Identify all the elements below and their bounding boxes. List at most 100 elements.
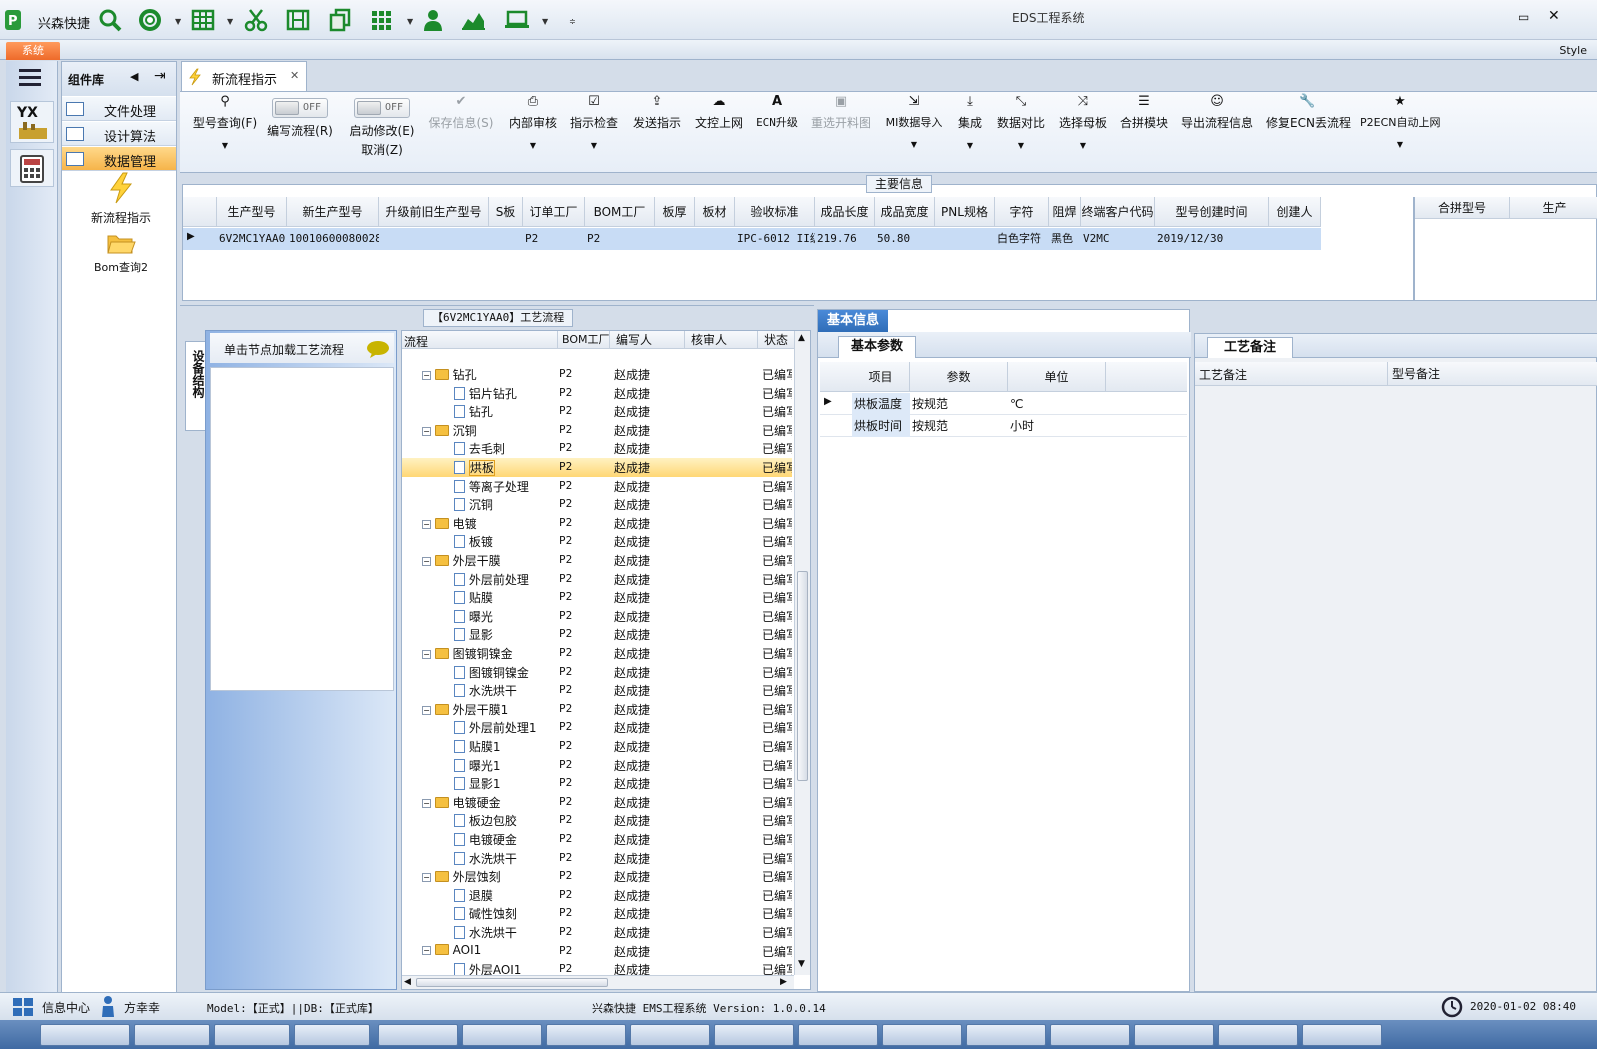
collapse-node-icon[interactable]: −	[422, 650, 431, 659]
tree-row[interactable]: 等离子处理 P2 赵成捷 已编写	[402, 477, 792, 496]
tree-row[interactable]: − 钻孔 P2 赵成捷 已编写	[402, 365, 792, 384]
taskbar-button[interactable]	[1302, 1024, 1382, 1046]
tab-basic-info[interactable]: 基本信息	[818, 310, 888, 332]
film-icon[interactable]	[285, 7, 311, 33]
menu-icon[interactable]	[19, 67, 43, 89]
tree-row[interactable]: 外层前处理1 P2 赵成捷 已编写	[402, 718, 792, 737]
tree-row[interactable]: 铝片钻孔 P2 赵成捷 已编写	[402, 384, 792, 403]
tree-row[interactable]: − 外层干膜 P2 赵成捷 已编写	[402, 551, 792, 570]
tree-row[interactable]: 外层AOI1 P2 赵成捷 已编写	[402, 960, 792, 975]
customize-toolbar-icon[interactable]: ≑	[569, 17, 576, 26]
collapse-node-icon[interactable]: −	[422, 519, 431, 529]
main-grid-header[interactable]: 成品宽度	[875, 197, 935, 227]
tree-row[interactable]: 碱性蚀刻 P2 赵成捷 已编写	[402, 904, 792, 923]
taskbar-button[interactable]	[882, 1024, 962, 1046]
main-grid-header[interactable]: 新生产型号	[287, 197, 379, 227]
dropdown-caret-icon[interactable]: ▼	[503, 141, 563, 150]
tree-row[interactable]: 水洗烘干 P2 赵成捷 已编写	[402, 923, 792, 942]
tree-row[interactable]: 水洗烘干 P2 赵成捷 已编写	[402, 849, 792, 868]
taskbar-button[interactable]	[40, 1024, 130, 1046]
taskbar-button[interactable]	[714, 1024, 794, 1046]
close-tab-icon[interactable]: ✕	[290, 69, 299, 82]
col-item[interactable]: 项目	[852, 362, 910, 392]
tree-row[interactable]: − 外层干膜1 P2 赵成捷 已编写	[402, 700, 792, 719]
export-process-info-button[interactable]: ☺ 导出流程信息	[1178, 92, 1256, 172]
equipment-tree[interactable]	[210, 367, 394, 691]
taskbar-button[interactable]	[462, 1024, 542, 1046]
tree-row[interactable]: 水洗烘干 P2 赵成捷 已编写	[402, 681, 792, 700]
taskbar-button[interactable]	[1134, 1024, 1214, 1046]
horizontal-scrollbar[interactable]: ◀ ▶	[402, 975, 794, 989]
tree-row[interactable]: − 图镀铜镍金 P2 赵成捷 已编写	[402, 644, 792, 663]
col-model-notes[interactable]: 型号备注	[1387, 362, 1440, 386]
tree-row[interactable]: 退膜 P2 赵成捷 已编写	[402, 886, 792, 905]
col-reviewer[interactable]: 核审人	[684, 331, 727, 349]
main-grid-header[interactable]: 生产型号	[217, 197, 287, 227]
main-grid-header[interactable]: 验收标准	[735, 197, 815, 227]
collapse-node-icon[interactable]: −	[422, 371, 431, 380]
write-process-toggle[interactable]: OFF 编写流程(R)	[262, 92, 338, 172]
dropdown-caret-icon[interactable]: ▼	[175, 17, 181, 26]
reselect-cut-drawing-button[interactable]: ▣ 重选开料图	[809, 92, 873, 172]
scissors-icon[interactable]	[243, 7, 269, 33]
hscroll-thumb[interactable]	[416, 978, 608, 987]
tree-row[interactable]: 曝光1 P2 赵成捷 已编写	[402, 756, 792, 775]
tree-row[interactable]: 贴膜 P2 赵成捷 已编写	[402, 588, 792, 607]
taskbar-button[interactable]	[378, 1024, 458, 1046]
scroll-right-icon[interactable]: ▶	[780, 977, 787, 987]
main-grid-header[interactable]: 板材	[695, 197, 735, 227]
dropdown-caret-icon[interactable]: ▼	[407, 17, 413, 26]
minimize-icon[interactable]: ▭	[1518, 10, 1529, 24]
fix-ecn-lost-process-button[interactable]: 🔧 修复ECN丢流程	[1266, 92, 1351, 172]
internal-review-button[interactable]: ⎙ 内部审核 ▼	[503, 92, 563, 172]
grid-icon[interactable]	[369, 7, 395, 33]
main-grid-header[interactable]: 创建人	[1269, 197, 1321, 227]
tree-row[interactable]: − 沉铜 P2 赵成捷 已编写	[402, 421, 792, 440]
main-grid-header[interactable]: 终端客户代码	[1081, 197, 1155, 227]
collapse-node-icon[interactable]: −	[422, 945, 431, 955]
dropdown-caret-icon[interactable]: ▼	[227, 17, 233, 26]
taskbar-button[interactable]	[966, 1024, 1046, 1046]
lib-item-design-algorithm[interactable]: 设计算法	[62, 122, 176, 146]
taskbar-button[interactable]	[630, 1024, 710, 1046]
tab-basic-params[interactable]: 基本参数	[838, 336, 916, 358]
main-grid-header[interactable]: 升级前旧生产型号	[379, 197, 489, 227]
p2ecn-auto-online-button[interactable]: ★ P2ECN自动上网 ▼	[1360, 92, 1441, 172]
merge-module-button[interactable]: ☰ 合拼模块	[1118, 92, 1170, 172]
col-param[interactable]: 参数	[910, 362, 1008, 392]
main-grid-header[interactable]: 板厚	[655, 197, 695, 227]
calculator-icon[interactable]	[10, 149, 54, 187]
area-chart-icon[interactable]	[460, 7, 486, 33]
tree-row[interactable]: − 电镀 P2 赵成捷 已编写	[402, 514, 792, 533]
select-mother-board-button[interactable]: ⤨ 选择母板 ▼	[1056, 92, 1110, 172]
send-instruction-button[interactable]: ⇪ 发送指示	[630, 92, 684, 172]
main-grid-header[interactable]: 字符	[995, 197, 1049, 227]
table-icon[interactable]	[190, 7, 216, 33]
tile-bom-query[interactable]: Bom查询2	[76, 230, 166, 276]
tab-equipment-structure[interactable]: 设备结构	[185, 341, 207, 431]
dropdown-caret-icon[interactable]: ▼	[185, 141, 265, 150]
main-grid-header[interactable]: 型号创建时间	[1155, 197, 1269, 227]
tile-new-process[interactable]: 新流程指示	[76, 172, 166, 225]
col-writer[interactable]: 编写人	[609, 331, 652, 349]
scroll-thumb[interactable]	[797, 571, 808, 781]
copy-icon[interactable]	[327, 7, 353, 33]
tree-row[interactable]: 图镀铜镍金 P2 赵成捷 已编写	[402, 663, 792, 682]
model-query-button[interactable]: ⚲ 型号查询(F) ▼	[185, 92, 265, 172]
tree-row[interactable]: 电镀硬金 P2 赵成捷 已编写	[402, 830, 792, 849]
col-process[interactable]: 流程	[404, 333, 428, 350]
lifebuoy-icon[interactable]	[137, 7, 163, 33]
dropdown-caret-icon[interactable]: ▼	[954, 141, 986, 150]
tab-process-notes[interactable]: 工艺备注	[1207, 337, 1293, 358]
tree-row[interactable]: 曝光 P2 赵成捷 已编写	[402, 607, 792, 626]
param-row[interactable]: 烘板时间 按规范 小时	[820, 415, 1187, 437]
vertical-scrollbar[interactable]: ▲ ▼	[794, 331, 810, 975]
dropdown-caret-icon[interactable]: ▼	[542, 17, 548, 26]
dropdown-caret-icon[interactable]: ▼	[1056, 141, 1110, 150]
doc-control-online-button[interactable]: ☁ 文控上网	[692, 92, 746, 172]
off-toggle[interactable]: OFF	[272, 98, 328, 118]
col-process-notes[interactable]: 工艺备注	[1199, 366, 1247, 383]
dropdown-caret-icon[interactable]: ▼	[882, 140, 946, 149]
dock-icon[interactable]: ⇥	[154, 68, 166, 84]
main-grid-header[interactable]: S板	[489, 197, 523, 227]
